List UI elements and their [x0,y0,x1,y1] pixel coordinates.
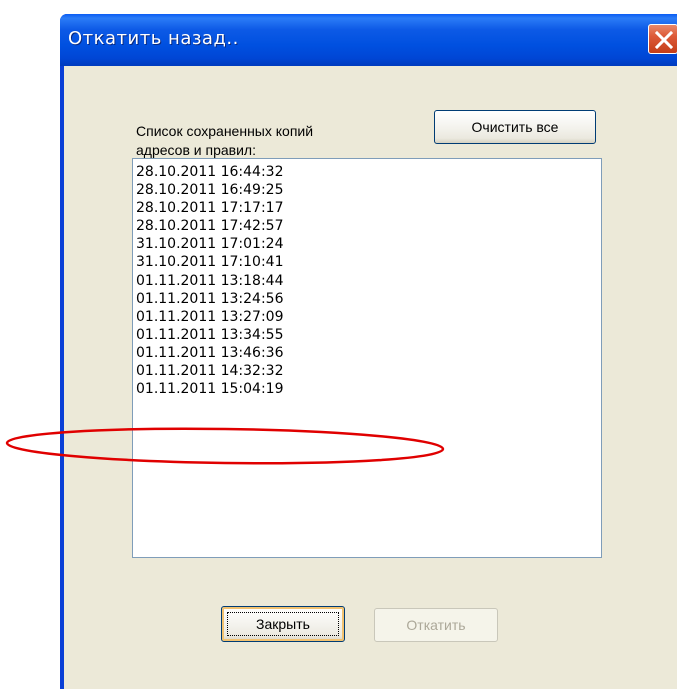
list-item[interactable]: 01.11.2011 14:32:32 [136,362,601,380]
dialog-window: Откатить назад.. Список сохраненных копи… [60,14,677,689]
list-item[interactable]: 31.10.2011 17:10:41 [136,253,601,271]
close-button[interactable]: Закрыть [221,606,345,642]
list-item[interactable]: 01.11.2011 13:46:36 [136,344,601,362]
list-item[interactable]: 28.10.2011 17:17:17 [136,199,601,217]
list-item[interactable]: 01.11.2011 13:18:44 [136,272,601,290]
list-item[interactable]: 01.11.2011 13:27:09 [136,308,601,326]
dialog-body: Список сохраненных копий адресов и прави… [64,66,677,689]
list-item[interactable]: 28.10.2011 16:44:32 [136,163,601,181]
close-window-button[interactable] [648,24,677,54]
screenshot-root: Откатить назад.. Список сохраненных копи… [0,0,677,689]
list-item[interactable]: 01.11.2011 13:24:56 [136,290,601,308]
backup-list-label: Список сохраненных копий адресов и прави… [136,123,314,158]
clear-all-button[interactable]: Очистить все [434,110,596,144]
close-icon [655,31,673,49]
list-item[interactable]: 28.10.2011 17:42:57 [136,217,601,235]
list-item[interactable]: 28.10.2011 16:49:25 [136,181,601,199]
backup-listbox[interactable]: 28.10.2011 16:44:32 28.10.2011 16:49:25 … [132,158,602,558]
title-bar[interactable]: Откатить назад.. [60,14,677,66]
list-item-highlighted[interactable]: 01.11.2011 15:04:19 [136,380,601,398]
list-item[interactable]: 31.10.2011 17:01:24 [136,235,601,253]
list-item[interactable]: 01.11.2011 13:34:55 [136,326,601,344]
focus-ring [227,612,339,636]
window-title: Откатить назад.. [68,28,239,49]
rollback-button[interactable]: Откатить [374,608,498,642]
